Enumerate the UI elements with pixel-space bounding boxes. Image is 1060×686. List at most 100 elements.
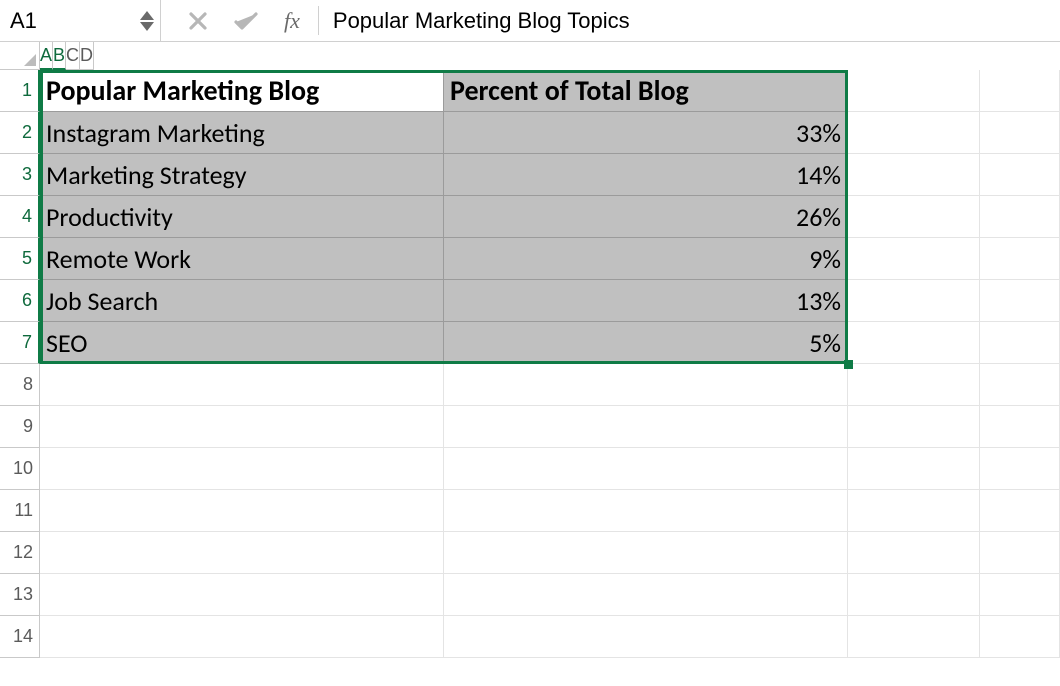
cell-C8[interactable]	[848, 364, 980, 406]
cell-C2[interactable]	[848, 112, 980, 154]
cell-D9[interactable]	[980, 406, 1060, 448]
cell-B5[interactable]: 9%	[444, 238, 848, 280]
name-box-stepper[interactable]	[140, 11, 160, 31]
cell-C10[interactable]	[848, 448, 980, 490]
cell-D11[interactable]	[980, 490, 1060, 532]
formula-input[interactable]	[319, 0, 1060, 41]
cell-D2[interactable]	[980, 112, 1060, 154]
cancel-icon	[188, 11, 208, 31]
cell-D12[interactable]	[980, 532, 1060, 574]
cell-B7[interactable]: 5%	[444, 322, 848, 364]
cell-A3[interactable]: Marketing Strategy	[40, 154, 444, 196]
cell-B10[interactable]	[444, 448, 848, 490]
cell-A13[interactable]	[40, 574, 444, 616]
row-header-4[interactable]: 4	[0, 196, 40, 238]
column-headers: ABCD	[0, 42, 1060, 70]
cell-D13[interactable]	[980, 574, 1060, 616]
table-row: 8	[0, 364, 1060, 406]
cell-C13[interactable]	[848, 574, 980, 616]
chevron-up-icon[interactable]	[140, 11, 154, 20]
cell-B4[interactable]: 26%	[444, 196, 848, 238]
cell-A12[interactable]	[40, 532, 444, 574]
cell-D14[interactable]	[980, 616, 1060, 658]
cell-B14[interactable]	[444, 616, 848, 658]
formula-bar-buttons: fx	[170, 0, 318, 41]
name-box-input[interactable]	[0, 8, 140, 34]
table-row: 11	[0, 490, 1060, 532]
cell-C5[interactable]	[848, 238, 980, 280]
cell-A7[interactable]: SEO	[40, 322, 444, 364]
confirm-icon	[234, 11, 258, 31]
row-header-14[interactable]: 14	[0, 616, 40, 658]
cell-C4[interactable]	[848, 196, 980, 238]
divider	[160, 0, 170, 41]
cell-A6[interactable]: Job Search	[40, 280, 444, 322]
column-header-C[interactable]: C	[66, 42, 80, 70]
cell-A2[interactable]: Instagram Marketing	[40, 112, 444, 154]
table-row: 1Popular Marketing BlogPercent of Total …	[0, 70, 1060, 112]
table-row: 7SEO5%	[0, 322, 1060, 364]
cell-C14[interactable]	[848, 616, 980, 658]
cell-D1[interactable]	[980, 70, 1060, 112]
row-header-9[interactable]: 9	[0, 406, 40, 448]
cell-D10[interactable]	[980, 448, 1060, 490]
cell-A5[interactable]: Remote Work	[40, 238, 444, 280]
fx-button[interactable]: fx	[284, 8, 300, 34]
cell-D7[interactable]	[980, 322, 1060, 364]
cell-A11[interactable]	[40, 490, 444, 532]
row-header-5[interactable]: 5	[0, 238, 40, 280]
cell-B3[interactable]: 14%	[444, 154, 848, 196]
table-row: 14	[0, 616, 1060, 658]
table-row: 4Productivity26%	[0, 196, 1060, 238]
cell-D3[interactable]	[980, 154, 1060, 196]
cell-B13[interactable]	[444, 574, 848, 616]
cell-A10[interactable]	[40, 448, 444, 490]
row-header-6[interactable]: 6	[0, 280, 40, 322]
row-header-13[interactable]: 13	[0, 574, 40, 616]
formula-bar: fx	[0, 0, 1060, 42]
cell-C6[interactable]	[848, 280, 980, 322]
cell-D8[interactable]	[980, 364, 1060, 406]
cell-D4[interactable]	[980, 196, 1060, 238]
table-row: 13	[0, 574, 1060, 616]
cell-C1[interactable]	[848, 70, 980, 112]
row-header-1[interactable]: 1	[0, 70, 40, 112]
row-header-8[interactable]: 8	[0, 364, 40, 406]
cell-B8[interactable]	[444, 364, 848, 406]
cell-B9[interactable]	[444, 406, 848, 448]
cell-C3[interactable]	[848, 154, 980, 196]
row-header-7[interactable]: 7	[0, 322, 40, 364]
cell-D6[interactable]	[980, 280, 1060, 322]
row-header-12[interactable]: 12	[0, 532, 40, 574]
table-row: 9	[0, 406, 1060, 448]
table-row: 5Remote Work9%	[0, 238, 1060, 280]
row-header-2[interactable]: 2	[0, 112, 40, 154]
table-row: 2Instagram Marketing33%	[0, 112, 1060, 154]
row-header-3[interactable]: 3	[0, 154, 40, 196]
row-header-10[interactable]: 10	[0, 448, 40, 490]
row-header-11[interactable]: 11	[0, 490, 40, 532]
cell-B6[interactable]: 13%	[444, 280, 848, 322]
cell-A8[interactable]	[40, 364, 444, 406]
column-header-A[interactable]: A	[40, 42, 53, 70]
select-all-corner[interactable]	[0, 42, 40, 70]
column-header-D[interactable]: D	[80, 42, 94, 70]
cell-B1[interactable]: Percent of Total Blog	[444, 70, 848, 112]
cell-C9[interactable]	[848, 406, 980, 448]
table-row: 10	[0, 448, 1060, 490]
cell-B12[interactable]	[444, 532, 848, 574]
cell-C7[interactable]	[848, 322, 980, 364]
table-row: 6Job Search13%	[0, 280, 1060, 322]
cell-A4[interactable]: Productivity	[40, 196, 444, 238]
chevron-down-icon[interactable]	[140, 22, 154, 31]
cell-A1[interactable]: Popular Marketing Blog	[40, 70, 444, 112]
cell-D5[interactable]	[980, 238, 1060, 280]
column-header-B[interactable]: B	[53, 42, 66, 70]
sheet-grid[interactable]: 1Popular Marketing BlogPercent of Total …	[0, 70, 1060, 658]
cell-A14[interactable]	[40, 616, 444, 658]
cell-C11[interactable]	[848, 490, 980, 532]
cell-A9[interactable]	[40, 406, 444, 448]
cell-C12[interactable]	[848, 532, 980, 574]
cell-B2[interactable]: 33%	[444, 112, 848, 154]
cell-B11[interactable]	[444, 490, 848, 532]
